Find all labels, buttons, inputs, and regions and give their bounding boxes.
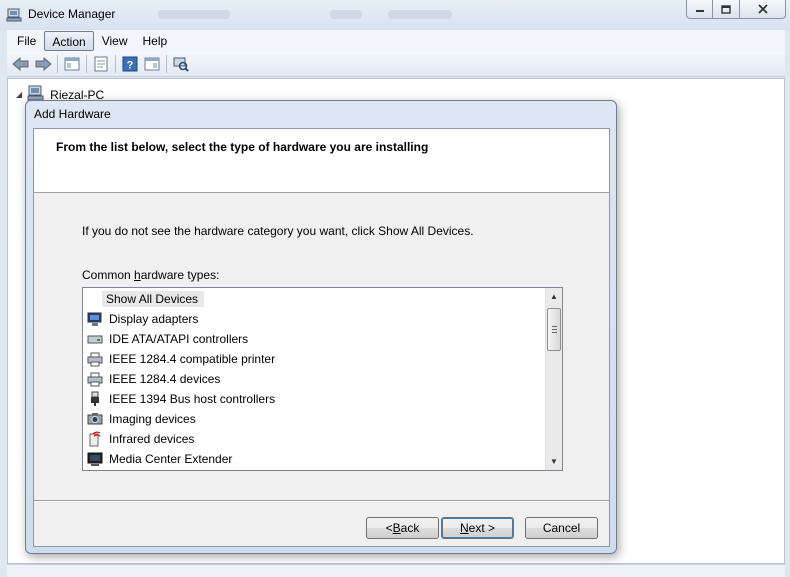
forward-arrow-button[interactable] bbox=[32, 54, 54, 74]
title-bar: Device Manager bbox=[0, 0, 790, 30]
hardware-types-listbox[interactable]: Show All Devices Display adapters IDE AT… bbox=[82, 287, 563, 471]
hint-text: If you do not see the hardware category … bbox=[82, 224, 474, 238]
list-item-label: Show All Devices bbox=[102, 291, 205, 307]
printer-icon bbox=[86, 350, 104, 368]
scroll-down-arrow-icon[interactable]: ▼ bbox=[546, 453, 562, 470]
help-icon: ? bbox=[122, 56, 138, 72]
list-item-ide-ata-atapi[interactable]: IDE ATA/ATAPI controllers bbox=[86, 329, 546, 349]
menu-help[interactable]: Help bbox=[136, 31, 175, 51]
menu-action[interactable]: Action bbox=[44, 31, 94, 51]
cancel-button-label: Cancel bbox=[542, 521, 581, 535]
list-item-ieee-1284-4-devices[interactable]: IEEE 1284.4 devices bbox=[86, 369, 546, 389]
window-title: Device Manager bbox=[28, 7, 116, 21]
list-label-pre: Common bbox=[82, 268, 135, 282]
show-hide-tree-button[interactable] bbox=[61, 54, 83, 74]
list-item-display-adapters[interactable]: Display adapters bbox=[86, 309, 546, 329]
cancel-button[interactable]: Cancel bbox=[525, 517, 598, 539]
list-item-media-center-extender[interactable]: Media Center Extender bbox=[86, 449, 546, 469]
back-button-mnemonic: B bbox=[392, 521, 401, 535]
maximize-button[interactable] bbox=[713, 0, 740, 19]
scan-hardware-icon bbox=[173, 57, 189, 72]
list-item-label: IEEE 1284.4 devices bbox=[109, 372, 221, 386]
list-item-label: Imaging devices bbox=[109, 412, 196, 426]
dialog-body: From the list below, select the type of … bbox=[33, 128, 610, 547]
action-pane-button[interactable] bbox=[141, 54, 163, 74]
list-item-label: Display adapters bbox=[109, 312, 199, 326]
menu-bar: File Action View Help bbox=[7, 30, 785, 52]
list-item-show-all-devices[interactable]: Show All Devices bbox=[86, 289, 546, 309]
collapse-triangle-icon[interactable]: ◢ bbox=[16, 90, 22, 99]
list-item-label: Infrared devices bbox=[109, 432, 195, 446]
device-manager-icon bbox=[6, 7, 22, 23]
status-bar bbox=[7, 564, 785, 577]
scan-hardware-button[interactable] bbox=[170, 54, 192, 74]
list-item-imaging-devices[interactable]: Imaging devices bbox=[86, 409, 546, 429]
console-tree-icon bbox=[64, 57, 80, 71]
menu-view[interactable]: View bbox=[95, 31, 135, 51]
scrollbar-thumb[interactable] bbox=[547, 308, 561, 351]
next-button[interactable]: Next > bbox=[441, 517, 514, 539]
dialog-heading: From the list below, select the type of … bbox=[56, 140, 429, 154]
next-button-mnemonic: N bbox=[459, 521, 469, 535]
back-button-label: ack bbox=[400, 521, 420, 535]
list-item-label: IEEE 1394 Bus host controllers bbox=[109, 392, 276, 406]
drive-icon bbox=[86, 330, 104, 348]
toolbar-separator bbox=[166, 55, 167, 73]
menu-file[interactable]: File bbox=[10, 31, 43, 51]
toolbar-separator bbox=[86, 55, 87, 73]
properties-icon bbox=[94, 56, 108, 72]
close-button[interactable] bbox=[740, 0, 786, 19]
list-item-label: IDE ATA/ATAPI controllers bbox=[109, 332, 249, 346]
back-arrow-button[interactable] bbox=[10, 54, 32, 74]
back-button[interactable]: < Back bbox=[366, 517, 439, 539]
infrared-icon bbox=[86, 430, 104, 448]
back-button-prefix: < bbox=[385, 521, 393, 535]
toolbar-separator bbox=[115, 55, 116, 73]
dialog-header: From the list below, select the type of … bbox=[34, 129, 609, 193]
add-hardware-dialog: Add Hardware From the list below, select… bbox=[25, 100, 617, 554]
button-separator bbox=[34, 500, 609, 502]
monitor-icon bbox=[86, 310, 104, 328]
camera-icon bbox=[86, 410, 104, 428]
toolbar: ? bbox=[7, 52, 785, 77]
toolbar-separator bbox=[57, 55, 58, 73]
action-pane-icon bbox=[144, 57, 160, 71]
back-arrow-icon bbox=[12, 57, 29, 71]
forward-arrow-icon bbox=[35, 57, 52, 71]
list-item-infrared-devices[interactable]: Infrared devices bbox=[86, 429, 546, 449]
properties-button[interactable] bbox=[90, 54, 112, 74]
svg-text:?: ? bbox=[127, 60, 134, 72]
list-label-post: ardware types: bbox=[140, 268, 220, 282]
usb-plug-icon bbox=[86, 390, 104, 408]
minimize-button[interactable] bbox=[686, 0, 713, 19]
list-item-ieee-1284-4-printer[interactable]: IEEE 1284.4 compatible printer bbox=[86, 349, 546, 369]
list-label-mnemonic: h bbox=[134, 268, 141, 282]
list-item-label: Media Center Extender bbox=[109, 452, 233, 466]
printer-icon bbox=[86, 370, 104, 388]
next-button-label: ext > bbox=[468, 521, 496, 535]
scroll-up-arrow-icon[interactable]: ▲ bbox=[546, 288, 562, 305]
list-item-ieee-1394-bus[interactable]: IEEE 1394 Bus host controllers bbox=[86, 389, 546, 409]
list-item-label: IEEE 1284.4 compatible printer bbox=[109, 352, 276, 366]
list-scrollbar[interactable]: ▲ ▼ bbox=[545, 288, 562, 470]
window-controls bbox=[686, 0, 786, 20]
list-label: Common hardware types: bbox=[82, 268, 219, 282]
help-button[interactable]: ? bbox=[119, 54, 141, 74]
monitor-icon bbox=[86, 450, 104, 468]
dialog-title: Add Hardware bbox=[34, 107, 111, 121]
